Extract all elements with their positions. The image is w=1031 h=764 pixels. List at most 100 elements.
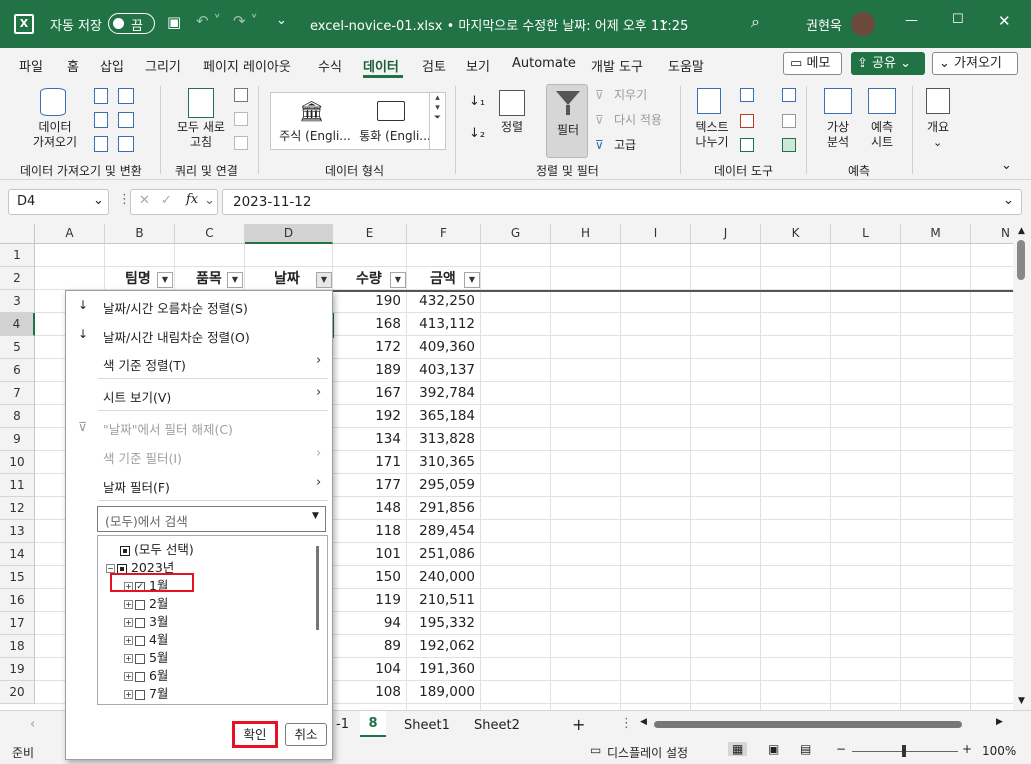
cell-amount[interactable]: 289,454 (407, 520, 481, 543)
row-header[interactable]: 10 (0, 451, 35, 474)
checkbox-unchecked[interactable] (135, 689, 145, 700)
expand-icon[interactable]: + (124, 618, 133, 627)
zoom-slider-thumb[interactable] (902, 745, 906, 757)
scroll-up-icon[interactable]: ▲ (1018, 226, 1025, 236)
page-break-icon[interactable]: ▤ (800, 742, 811, 756)
cell-amount[interactable]: 365,184 (407, 405, 481, 428)
column-header[interactable]: C (175, 224, 245, 244)
tab-automate[interactable]: Automate (512, 56, 576, 71)
cell-qty[interactable]: 108 (333, 681, 407, 704)
get-data-button[interactable]: 데이터 가져오기 (20, 120, 90, 150)
expand-icon[interactable]: + (124, 636, 133, 645)
sort-button[interactable]: 정렬 (492, 120, 532, 135)
fetch-button[interactable]: ⌄ 가져오기 (932, 52, 1018, 75)
cell-amount[interactable]: 409,360 (407, 336, 481, 359)
row-header[interactable]: 9 (0, 428, 35, 451)
column-header[interactable]: H (551, 224, 621, 244)
checkbox-unchecked[interactable] (135, 671, 145, 682)
gallery-scroll[interactable]: ▴ ▾ ⏷ (429, 93, 445, 149)
data-types-gallery[interactable]: 🏛 주식 (Engli... 통화 (Engli... ▴ ▾ ⏷ (270, 92, 446, 150)
cell-qty[interactable]: 118 (333, 520, 407, 543)
cell-amount[interactable]: 291,856 (407, 497, 481, 520)
chevron-down-icon[interactable]: ⌄ (659, 13, 670, 28)
cell-qty[interactable]: 119 (333, 589, 407, 612)
sheet-tab-sheet1[interactable]: Sheet1 (404, 718, 450, 733)
tab-insert[interactable]: 삽입 (100, 56, 124, 75)
outline-button[interactable]: 개요 (922, 120, 954, 135)
relationships-icon[interactable] (782, 114, 796, 128)
reapply-button[interactable]: 다시 적용 (614, 113, 662, 128)
checkbox-mixed[interactable] (117, 563, 127, 574)
sort-asc-icon[interactable]: ↓₁ (469, 94, 485, 109)
maximize-icon[interactable]: ☐ (952, 12, 964, 27)
cell-amount[interactable]: 240,000 (407, 566, 481, 589)
column-header[interactable]: K (761, 224, 831, 244)
scroll-down-icon[interactable]: ▼ (1018, 696, 1025, 706)
row-header[interactable]: 11 (0, 474, 35, 497)
filter-button[interactable]: 필터 (546, 84, 588, 158)
cell-amount[interactable]: 191,360 (407, 658, 481, 681)
expand-icon[interactable]: + (124, 690, 133, 699)
tab-view[interactable]: 보기 (466, 56, 490, 75)
cell-amount[interactable]: 192,062 (407, 635, 481, 658)
tab-data[interactable]: 데이터 (363, 56, 399, 75)
undo-icon[interactable]: ↶ ˅ (196, 12, 221, 30)
file-title[interactable]: excel-novice-01.xlsx • 마지막으로 수정한 날짜: 어제 … (310, 15, 688, 34)
cell-qty[interactable]: 94 (333, 612, 407, 635)
scroll-left-icon[interactable]: ◀ (640, 717, 647, 727)
refresh-all-button[interactable]: 모두 새로 고침 (168, 120, 234, 150)
collapse-icon[interactable]: − (106, 564, 115, 573)
tab-draw[interactable]: 그리기 (145, 56, 181, 75)
cell-qty[interactable]: 172 (333, 336, 407, 359)
row-header[interactable]: 7 (0, 382, 35, 405)
row-header[interactable]: 13 (0, 520, 35, 543)
checkbox-unchecked[interactable] (135, 653, 145, 664)
cell-amount[interactable]: 313,828 (407, 428, 481, 451)
collapse-ribbon-icon[interactable]: ⌄ (1001, 158, 1012, 173)
data-validation-icon[interactable] (740, 138, 754, 152)
filter-value-tree[interactable]: (모두 선택) − 2023년 + ✓ 1월 + 2월 + 3월 + 4월 + 5… (97, 535, 328, 705)
row-header[interactable]: 8 (0, 405, 35, 428)
sort-desc-icon[interactable]: ↓₂ (469, 126, 485, 141)
clear-button[interactable]: 지우기 (614, 88, 647, 103)
ok-button[interactable]: 확인 (232, 721, 278, 748)
checkbox-unchecked[interactable] (135, 635, 145, 646)
cell-qty[interactable]: 101 (333, 543, 407, 566)
horizontal-scrollbar[interactable]: ◀ ▶ (640, 717, 1008, 733)
column-header[interactable]: G (481, 224, 551, 244)
memo-button[interactable]: ▭ 메모 (783, 52, 842, 75)
vertical-scrollbar[interactable]: ▲ ▼ (1013, 224, 1031, 710)
menu-item-sort-desc[interactable]: 날짜/시간 내림차순 정렬(O) (103, 327, 250, 346)
currency-type[interactable]: 통화 (Engli... (357, 129, 433, 144)
queries-icon[interactable] (118, 136, 134, 152)
existing-connections-icon[interactable] (118, 112, 134, 128)
queries-connections-icon[interactable] (234, 88, 248, 102)
cell-amount[interactable]: 189,000 (407, 681, 481, 704)
properties-icon[interactable] (234, 112, 248, 126)
tab-developer[interactable]: 개발 도구 (591, 56, 643, 75)
cell-qty[interactable]: 190 (333, 290, 407, 313)
cell-amount[interactable]: 432,250 (407, 290, 481, 313)
menu-item-sheet-view[interactable]: 시트 보기(V) (103, 387, 171, 406)
tree-item-feb[interactable]: + 2월 (124, 593, 168, 612)
cell-amount[interactable]: 310,365 (407, 451, 481, 474)
prev-sheet-icon[interactable]: ‹ (30, 717, 35, 732)
what-if-button[interactable]: 가상 분석 (816, 120, 860, 150)
row-header[interactable]: 17 (0, 612, 35, 635)
sheet-tab-sheet2[interactable]: Sheet2 (474, 718, 520, 733)
sheet-tab-partial[interactable]: -1 (336, 717, 349, 732)
menu-item-date-filters[interactable]: 날짜 필터(F) (103, 477, 170, 496)
row-header[interactable]: 19 (0, 658, 35, 681)
cell-qty[interactable]: 167 (333, 382, 407, 405)
customize-qat-icon[interactable]: ⌄ (276, 13, 287, 28)
tab-help[interactable]: 도움말 (668, 56, 704, 75)
cell-amount[interactable]: 403,137 (407, 359, 481, 382)
flash-fill-icon[interactable] (740, 88, 754, 102)
cell-amount[interactable]: 392,784 (407, 382, 481, 405)
checkbox-mixed[interactable] (120, 545, 130, 556)
tab-file[interactable]: 파일 (19, 56, 43, 75)
formula-input[interactable]: 2023-11-12 ⌄ (222, 189, 1022, 215)
menu-item-sort-by-color[interactable]: 색 기준 정렬(T) (103, 355, 186, 374)
row-header[interactable]: 6 (0, 359, 35, 382)
tree-item-jul[interactable]: + 7월 (124, 683, 168, 702)
